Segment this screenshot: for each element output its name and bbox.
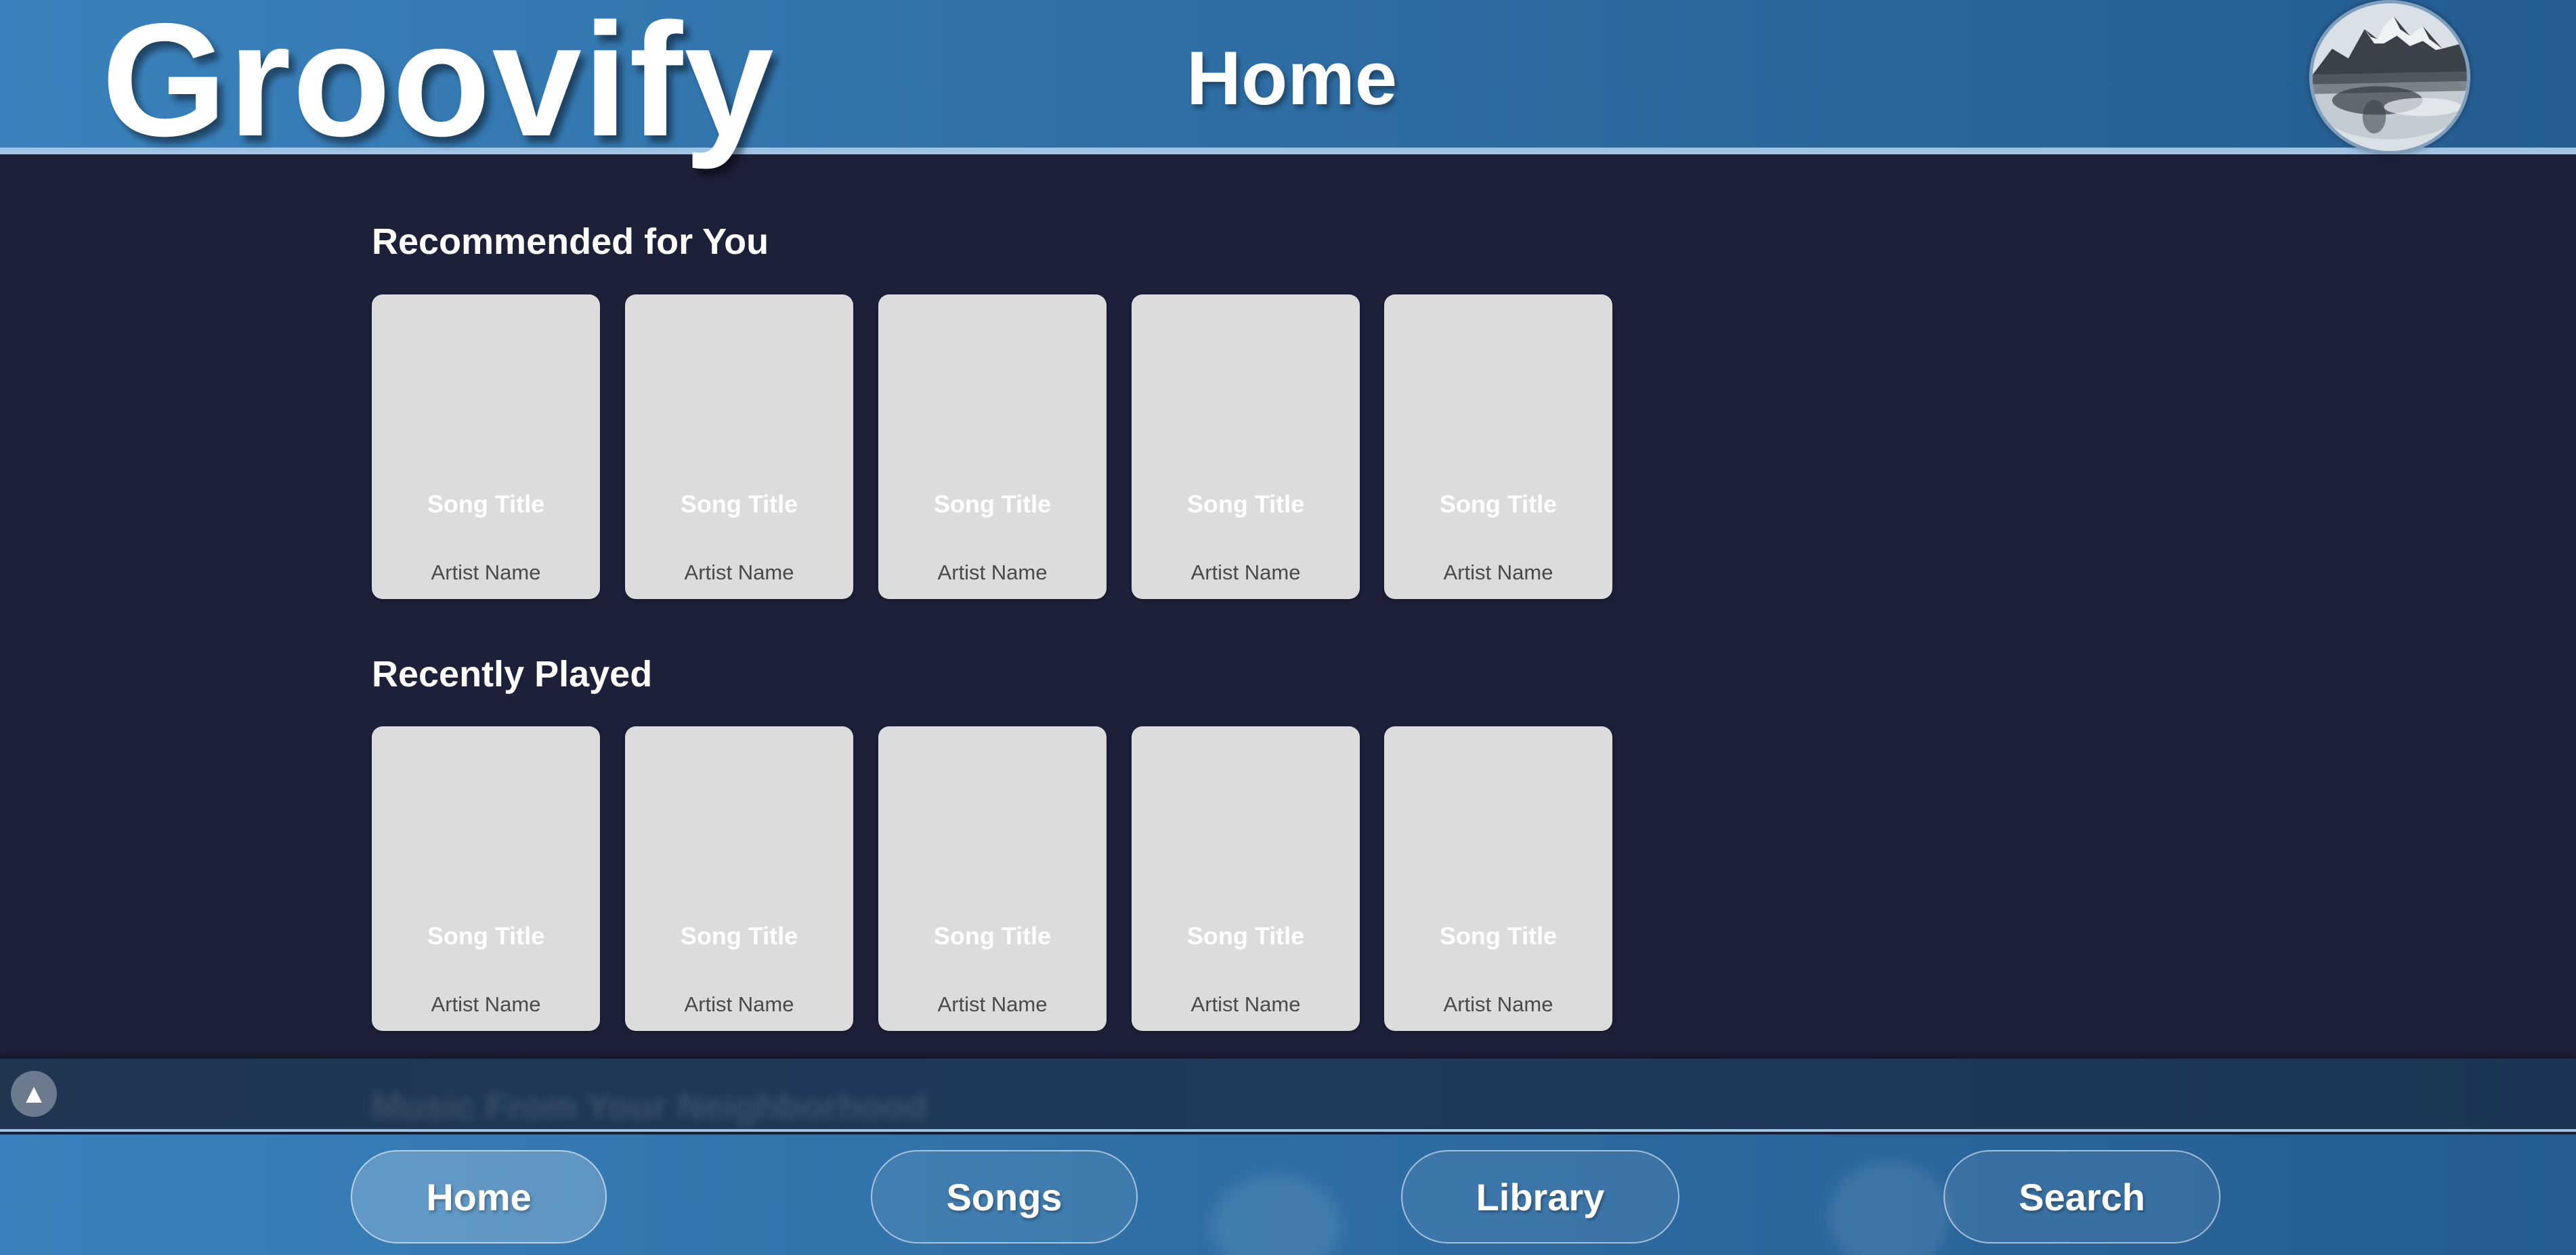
blurred-background-shape: [1212, 1175, 1341, 1255]
artist-name: Artist Name: [684, 992, 794, 1016]
artist-name: Artist Name: [684, 560, 794, 584]
section-heading-recently-played: Recently Played: [372, 654, 653, 695]
song-title: Song Title: [427, 922, 545, 950]
mini-player-bar: Music From Your Neighborhood ▲: [0, 1059, 2576, 1132]
recommended-row: Song Title Artist Name Song Title Artist…: [372, 294, 1612, 600]
nav-library-button[interactable]: Library: [1401, 1150, 1679, 1243]
song-card[interactable]: Song Title Artist Name: [878, 726, 1107, 1031]
song-card[interactable]: Song Title Artist Name: [372, 726, 600, 1031]
song-title: Song Title: [1439, 490, 1558, 518]
section-heading-recommended: Recommended for You: [372, 221, 769, 262]
app-logo[interactable]: Groovify: [102, 0, 775, 161]
nav-home-button[interactable]: Home: [351, 1150, 607, 1243]
user-avatar[interactable]: [2309, 0, 2470, 154]
blurred-section-heading: Music From Your Neighborhood: [372, 1086, 927, 1127]
artist-name: Artist Name: [937, 560, 1048, 584]
artist-name: Artist Name: [431, 560, 541, 584]
app-page: Groovify Home Recommended for You Song T…: [0, 0, 2576, 1255]
song-card[interactable]: Song Title Artist Name: [1132, 294, 1360, 599]
nav-songs-button[interactable]: Songs: [871, 1150, 1138, 1243]
song-card[interactable]: Song Title Artist Name: [878, 294, 1107, 599]
artist-name: Artist Name: [1190, 560, 1301, 584]
bottom-nav: Home Songs Library Search: [0, 1135, 2576, 1255]
song-card[interactable]: Song Title Artist Name: [1132, 726, 1360, 1031]
expand-up-icon[interactable]: ▲: [11, 1071, 57, 1117]
artist-name: Artist Name: [1190, 992, 1301, 1016]
song-title: Song Title: [680, 490, 798, 518]
song-card[interactable]: Song Title Artist Name: [625, 294, 853, 599]
artist-name: Artist Name: [1443, 560, 1553, 584]
mountain-avatar-icon: [2313, 3, 2467, 151]
song-card[interactable]: Song Title Artist Name: [372, 294, 600, 599]
song-card[interactable]: Song Title Artist Name: [1384, 726, 1612, 1031]
song-title: Song Title: [1186, 922, 1305, 950]
song-title: Song Title: [680, 922, 798, 950]
top-header: Groovify Home: [0, 0, 2576, 161]
artist-name: Artist Name: [431, 992, 541, 1016]
nav-search-button[interactable]: Search: [1944, 1150, 2220, 1243]
recently-played-row: Song Title Artist Name Song Title Artist…: [372, 726, 1612, 1032]
page-title: Home: [1186, 36, 1398, 120]
song-title: Song Title: [933, 922, 1052, 950]
song-title: Song Title: [1186, 490, 1305, 518]
song-card[interactable]: Song Title Artist Name: [625, 726, 853, 1031]
blurred-background-shape: [1828, 1162, 1950, 1255]
song-card[interactable]: Song Title Artist Name: [1384, 294, 1612, 599]
song-title: Song Title: [1439, 922, 1558, 950]
song-title: Song Title: [933, 490, 1052, 518]
song-title: Song Title: [427, 490, 545, 518]
artist-name: Artist Name: [1443, 992, 1553, 1016]
artist-name: Artist Name: [937, 992, 1048, 1016]
